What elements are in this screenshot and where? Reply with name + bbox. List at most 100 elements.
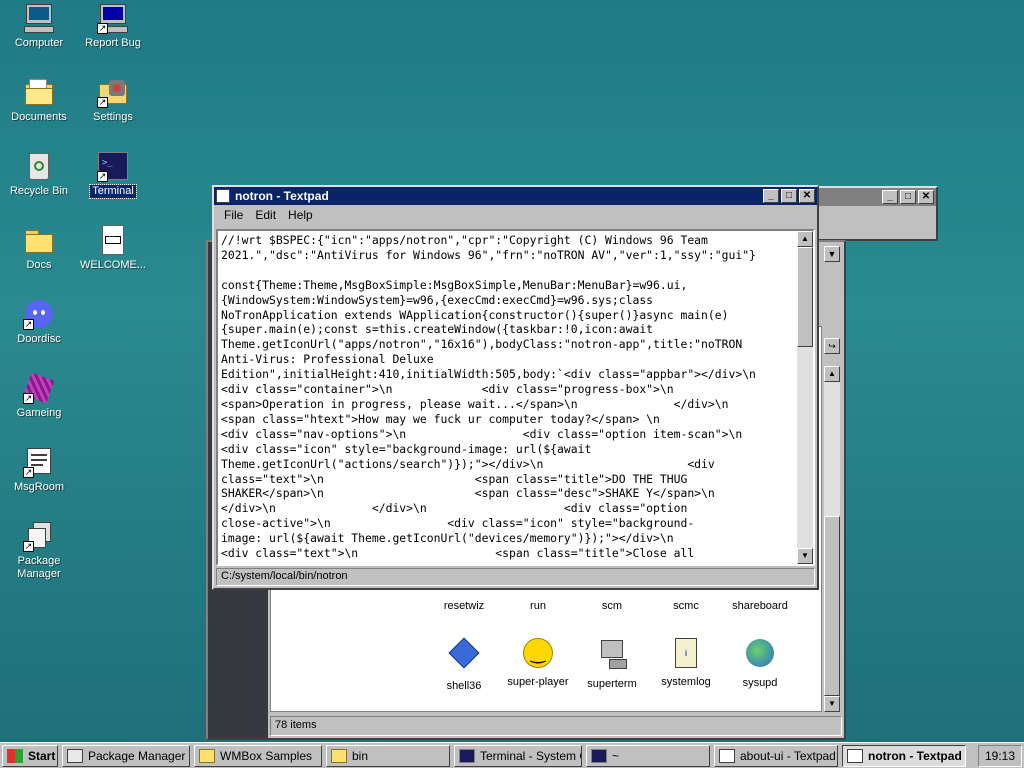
item-count: 78 items	[275, 719, 317, 731]
task-home[interactable]: ~	[586, 744, 710, 767]
file-item[interactable]: run	[502, 600, 574, 612]
folder-icon	[199, 748, 215, 763]
code-line: {super.main(e);const s=this.createWindow…	[221, 322, 654, 337]
close-button[interactable]: ✕	[918, 190, 934, 204]
textpad-titlebar[interactable]: notron - Textpad _ □ ✕	[214, 187, 817, 205]
code-line: {WindowSystem:WindowSystem}=w96,{execCmd…	[221, 292, 654, 307]
textpad-status-bar: C:/system/local/bin/notron	[216, 568, 815, 586]
minimize-button[interactable]: _	[882, 190, 898, 204]
report-bug-icon: ↗	[97, 2, 129, 34]
textpad-window[interactable]: notron - Textpad _ □ ✕ File Edit Help //…	[212, 185, 819, 590]
globe-update-icon	[743, 639, 777, 673]
code-line: //!wrt $BSPEC:{"icn":"apps/notron","cpr"…	[221, 233, 708, 247]
desktop-icon-computer[interactable]: Computer	[0, 2, 78, 50]
desktop-icon-terminal[interactable]: >_ ↗ Terminal	[74, 150, 152, 199]
file-item[interactable]: ‿ super-player	[502, 636, 574, 688]
desktop-icon-label: Gameing	[16, 407, 62, 419]
desktop-icon-report-bug[interactable]: ↗ Report Bug	[74, 2, 152, 50]
desktop-icon-settings[interactable]: ↗ Settings	[74, 76, 152, 124]
menu-bar: File Edit Help	[214, 205, 817, 225]
minimize-button[interactable]: _	[763, 189, 779, 203]
desktop-icon-documents[interactable]: Documents	[0, 76, 78, 124]
desktop-icon-recycle-bin[interactable]: Recycle Bin	[0, 150, 78, 198]
code-line: Theme.getIconUrl("actions/search")});"><…	[221, 456, 715, 471]
desktop-icon-docs[interactable]: Docs	[0, 224, 78, 272]
menu-edit[interactable]: Edit	[249, 208, 282, 222]
code-line: Anti-Virus: Professional Deluxe	[221, 352, 434, 367]
file-item[interactable]: i systemlog	[650, 636, 722, 688]
code-line: const{Theme:Theme,MsgBoxSimple:MsgBoxSim…	[221, 277, 688, 292]
markdown-file-icon: M↓	[97, 224, 129, 256]
code-line: <div class="nav-options">\n <div class="…	[221, 426, 743, 441]
package-icon	[67, 748, 83, 763]
file-item[interactable]: shareboard	[724, 600, 796, 612]
task-bin[interactable]: bin	[326, 744, 450, 767]
task-terminal[interactable]: Terminal - System C...	[454, 744, 582, 767]
settings-icon: ↗	[97, 76, 129, 108]
code-line: <div class="container">\n <div class="pr…	[221, 382, 674, 397]
terminal-icon: >_ ↗	[97, 150, 129, 182]
desktop-icon-doordisc[interactable]: ↗ Doordisc	[0, 298, 78, 346]
code-line: close-active">\n <div class="icon" style…	[221, 516, 695, 531]
editor-vscroll[interactable]: ▲ ▼	[797, 231, 813, 564]
window-title: notron - Textpad	[235, 189, 329, 203]
task-wmbox-samples[interactable]: WMBox Samples	[194, 744, 322, 767]
file-item[interactable]: sysupd	[724, 636, 796, 689]
file-item[interactable]: scm	[576, 600, 648, 612]
file-path: C:/system/local/bin/notron	[221, 570, 348, 582]
desktop-icon-msgroom[interactable]: ↗ MsgRoom	[0, 446, 78, 494]
menu-file[interactable]: File	[218, 208, 249, 222]
task-package-manager[interactable]: Package Manager	[62, 744, 190, 767]
textpad-icon	[847, 748, 863, 763]
scroll-up-icon[interactable]: ▲	[824, 366, 840, 382]
desktop-icon-label: Doordisc	[17, 333, 61, 345]
go-button[interactable]: ↪	[824, 338, 840, 354]
diamond-icon	[447, 637, 481, 676]
desktop-icon-label: Settings	[93, 111, 133, 123]
scroll-up-icon[interactable]: ▲	[797, 231, 813, 247]
code-line: <div class="icon" style="background-imag…	[221, 441, 592, 456]
code-line: class="text">\n <span class="title">DO T…	[221, 471, 688, 486]
chevron-down-icon[interactable]: ▼	[824, 246, 840, 262]
discord-icon: ↗	[23, 298, 55, 330]
code-line: Edition",initialHeight:410,initialWidth:…	[221, 367, 756, 382]
file-item[interactable]: superterm	[576, 636, 648, 690]
code-line: image: url(${await Theme.getIconUrl("dev…	[221, 531, 674, 546]
maximize-button[interactable]: □	[900, 190, 916, 204]
scroll-thumb[interactable]	[797, 247, 813, 347]
task-notron-textpad[interactable]: notron - Textpad	[842, 744, 966, 767]
desktop-icon-welcome[interactable]: M↓ WELCOME...	[74, 224, 152, 272]
text-editor[interactable]: //!wrt $BSPEC:{"icn":"apps/notron","cpr"…	[216, 229, 815, 566]
textpad-icon	[719, 748, 735, 763]
file-item[interactable]: scmc	[650, 600, 722, 612]
scroll-down-icon[interactable]: ▼	[824, 696, 840, 712]
code-content[interactable]: //!wrt $BSPEC:{"icn":"apps/notron","cpr"…	[218, 231, 813, 563]
terminal-computer-icon	[595, 640, 629, 674]
file-item[interactable]: shell36	[428, 636, 500, 692]
task-about-ui-textpad[interactable]: about-ui - Textpad	[714, 744, 838, 767]
explorer-vscroll[interactable]: ▲ ▼	[824, 366, 840, 712]
close-button[interactable]: ✕	[799, 189, 815, 203]
desktop-icon-label: Computer	[14, 37, 64, 49]
menu-help[interactable]: Help	[282, 208, 319, 222]
taskbar: Start Package Manager WMBox Samples bin …	[0, 742, 1024, 768]
code-line: Theme.getIconUrl("apps/notron","16x16"),…	[221, 337, 743, 352]
package-icon: ↗	[23, 520, 55, 552]
desktop-icon-label: MsgRoom	[13, 481, 65, 493]
maximize-button[interactable]: □	[781, 189, 797, 203]
file-item[interactable]: resetwiz	[428, 600, 500, 612]
scroll-thumb[interactable]	[824, 516, 840, 696]
code-line: <span class="htext">How may we fuck ur c…	[221, 411, 660, 426]
start-button[interactable]: Start	[2, 744, 58, 767]
recycle-bin-icon	[23, 150, 55, 182]
textpad-app-icon	[216, 189, 230, 203]
code-line: </div>\n </div>\n <div class="option	[221, 501, 688, 516]
code-line: SHAKER</span>\n <span class="desc">SHAKE…	[221, 486, 715, 501]
code-line: 2021.","dsc":"AntiVirus for Windows 96",…	[221, 247, 756, 262]
desktop-icon-gameing[interactable]: ↗ Gameing	[0, 372, 78, 420]
terminal-icon	[459, 748, 475, 763]
code-line: NoTronApplication extends WApplication{c…	[221, 307, 729, 322]
folder-icon	[23, 224, 55, 256]
desktop-icon-package-manager[interactable]: ↗ Package Manager	[0, 520, 78, 581]
scroll-down-icon[interactable]: ▼	[797, 548, 813, 564]
